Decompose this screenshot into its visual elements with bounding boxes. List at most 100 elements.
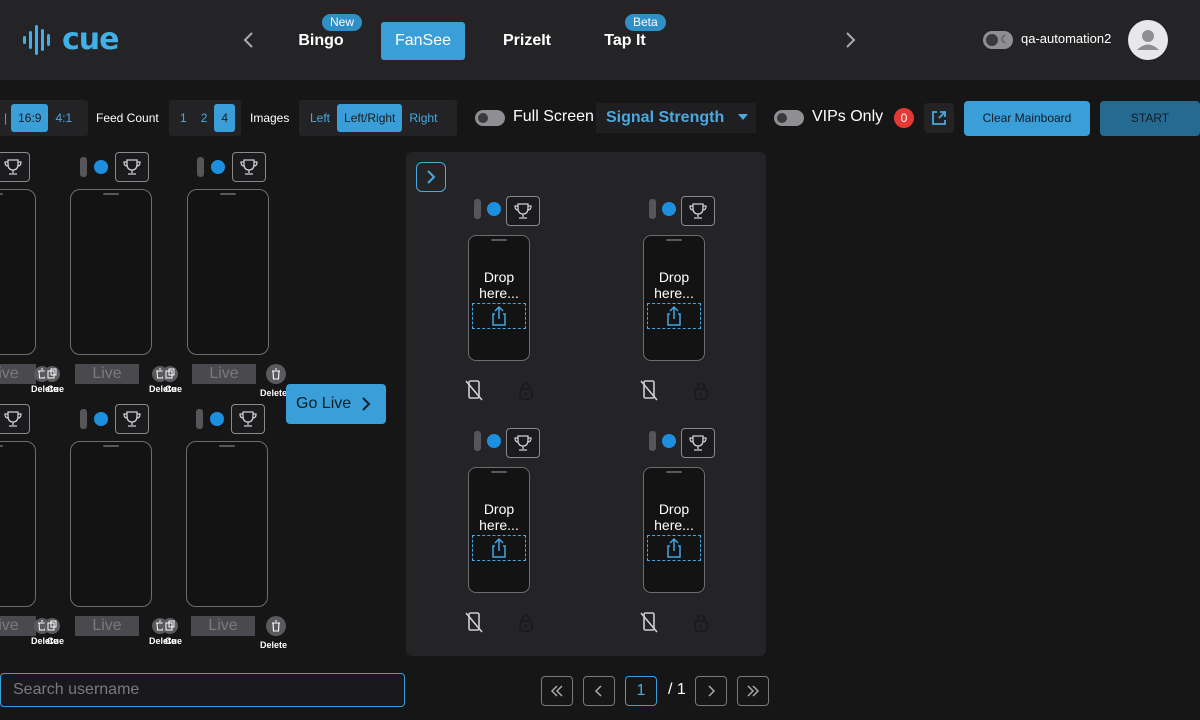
images-option-left-right[interactable]: Left/Right — [337, 104, 403, 132]
lock-icon[interactable] — [689, 610, 713, 634]
trophy-button[interactable] — [115, 404, 149, 434]
open-external-button[interactable] — [924, 103, 954, 133]
trophy-icon — [239, 411, 257, 427]
tab-fansee[interactable]: FanSee — [381, 22, 465, 60]
feed-card: Live — [70, 404, 180, 654]
theme-toggle[interactable]: ☾ — [983, 31, 1013, 49]
status-dot — [487, 434, 501, 448]
images-option-left[interactable]: Left — [303, 104, 337, 132]
upload-button[interactable] — [647, 303, 701, 329]
phone-off-icon[interactable] — [462, 378, 486, 402]
lock-icon[interactable] — [514, 610, 538, 634]
trophy-button[interactable] — [681, 196, 715, 226]
cue-icon[interactable] — [162, 618, 178, 634]
chevron-right-icon[interactable] — [838, 28, 862, 52]
phone-feed-preview[interactable] — [70, 441, 152, 607]
drop-here-label: Drop here... — [479, 501, 519, 533]
vips-only-label: VIPs Only — [812, 108, 884, 125]
cue-label: Cue — [47, 384, 65, 394]
go-live-button[interactable]: Go Live — [286, 384, 386, 424]
phone-notch — [491, 471, 507, 473]
lock-icon[interactable] — [689, 378, 713, 402]
live-button[interactable]: Live — [0, 364, 36, 384]
current-page-indicator[interactable]: 1 — [625, 676, 657, 706]
full-screen-label: Full Screen — [513, 108, 594, 125]
trophy-button[interactable] — [681, 428, 715, 458]
phone-off-icon[interactable] — [637, 610, 661, 634]
feed-count-option-4[interactable]: 4 — [214, 104, 236, 132]
trophy-button[interactable] — [115, 152, 149, 182]
cue-label: Cue — [165, 636, 183, 646]
trophy-button[interactable] — [232, 152, 266, 182]
vips-only-toggle[interactable] — [774, 110, 804, 126]
live-button[interactable]: Live — [0, 616, 36, 636]
drop-here-label: Drop here... — [479, 269, 519, 301]
phone-off-icon[interactable] — [637, 378, 661, 402]
images-option-right[interactable]: Right — [402, 104, 444, 132]
next-page-button[interactable] — [695, 676, 727, 706]
drop-zone[interactable]: Drop here... — [468, 467, 530, 593]
aspect-option-4-1[interactable]: 4:1 — [48, 104, 79, 132]
trophy-button[interactable] — [506, 428, 540, 458]
first-page-button[interactable] — [541, 676, 573, 706]
vip-count-badge: 0 — [894, 108, 914, 128]
phone-feed-preview[interactable] — [70, 189, 152, 355]
start-button[interactable]: START — [1100, 101, 1200, 136]
last-page-button[interactable] — [737, 676, 769, 706]
full-screen-toggle[interactable] — [475, 110, 505, 126]
trash-icon[interactable] — [266, 364, 286, 384]
phone-off-icon[interactable] — [462, 610, 486, 634]
feed-count-selector: 1 2 4 — [169, 100, 241, 136]
aspect-option-16-9[interactable]: 16:9 — [11, 104, 49, 132]
upload-button[interactable] — [472, 535, 526, 561]
live-button[interactable]: Live — [75, 364, 139, 384]
aspect-option-partial[interactable]: | — [0, 104, 11, 132]
chevron-left-icon[interactable] — [237, 28, 261, 52]
trophy-icon — [123, 159, 141, 175]
chevron-right-icon — [708, 685, 716, 697]
trophy-button[interactable] — [231, 404, 265, 434]
trophy-button[interactable] — [506, 196, 540, 226]
lock-icon[interactable] — [514, 378, 538, 402]
phone-feed-preview[interactable] — [186, 441, 268, 607]
mainboard-slot: Drop here... — [465, 428, 578, 638]
previous-page-button[interactable] — [583, 676, 615, 706]
drop-zone[interactable]: Drop here... — [468, 235, 530, 361]
phone-feed-preview[interactable] — [0, 441, 36, 607]
avatar[interactable] — [1128, 20, 1168, 60]
delete-label: Delete — [260, 388, 288, 398]
expand-panel-button[interactable] — [416, 162, 446, 192]
upload-button[interactable] — [647, 535, 701, 561]
drop-zone[interactable]: Drop here... — [643, 235, 705, 361]
trophy-button[interactable] — [0, 404, 30, 434]
phone-notch — [666, 239, 682, 241]
tab-prizeit[interactable]: PrizeIt — [497, 22, 557, 60]
trophy-button[interactable] — [0, 152, 30, 182]
live-button[interactable]: Live — [192, 364, 256, 384]
chevron-left-icon — [594, 685, 602, 697]
cue-icon[interactable] — [44, 618, 60, 634]
images-selector: Left Left/Right Right — [299, 100, 457, 136]
drop-zone[interactable]: Drop here... — [643, 467, 705, 593]
upload-button[interactable] — [472, 303, 526, 329]
phone-feed-preview[interactable] — [187, 189, 269, 355]
feed-count-option-1[interactable]: 1 — [173, 104, 194, 132]
live-button[interactable]: Live — [75, 616, 139, 636]
phone-notch — [491, 239, 507, 241]
drop-here-label: Drop here... — [654, 269, 694, 301]
phone-notch — [103, 445, 119, 447]
trash-icon[interactable] — [266, 616, 286, 636]
cue-icon[interactable] — [44, 366, 60, 382]
cue-icon[interactable] — [162, 366, 178, 382]
sort-select[interactable]: Signal Strength — [596, 103, 756, 133]
chevron-right-icon — [427, 170, 436, 184]
trophy-icon — [514, 203, 532, 219]
feed-count-option-2[interactable]: 2 — [194, 104, 215, 132]
phone-feed-preview[interactable] — [0, 189, 36, 355]
clear-mainboard-button[interactable]: Clear Mainboard — [964, 101, 1090, 136]
cue-logo[interactable]: cue — [22, 24, 119, 56]
live-button[interactable]: Live — [191, 616, 255, 636]
status-dot — [210, 412, 224, 426]
status-dot — [487, 202, 501, 216]
search-input[interactable] — [13, 674, 393, 706]
